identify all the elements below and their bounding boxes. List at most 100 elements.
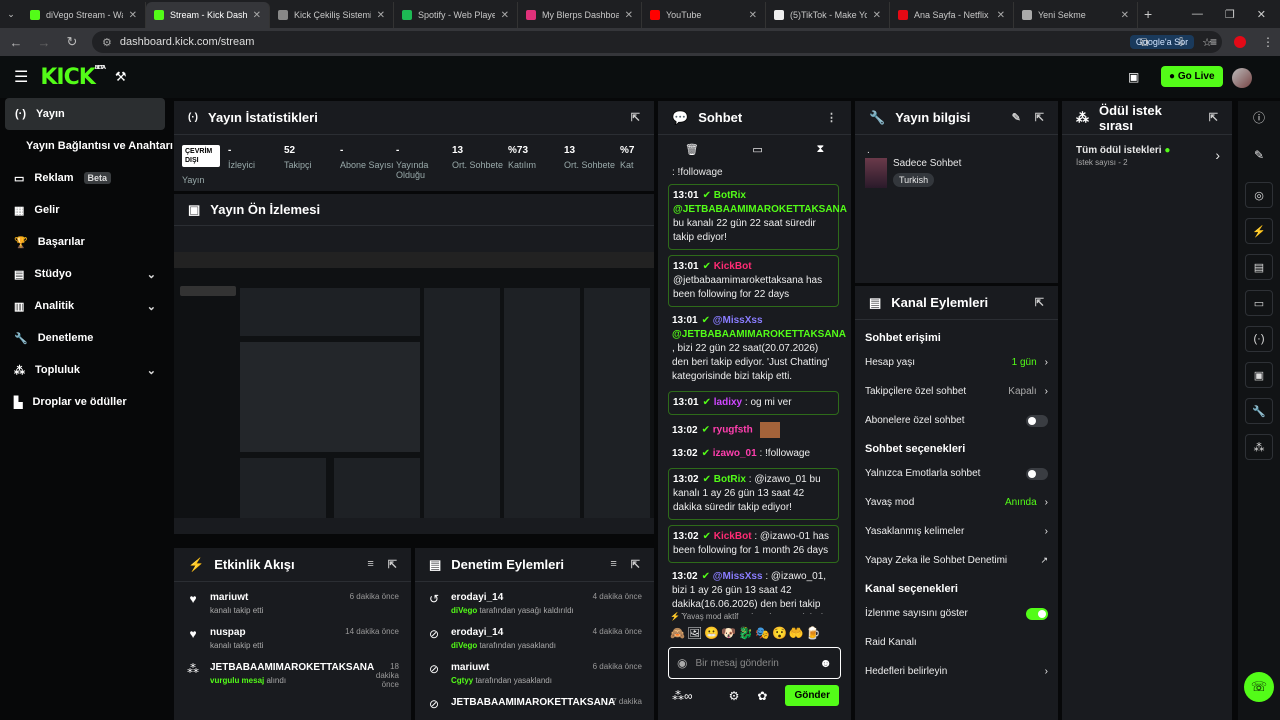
sidebar-item[interactable]: (·) Yayın bbox=[5, 98, 165, 130]
stream-preview-video[interactable] bbox=[174, 252, 654, 518]
sidebar-item[interactable]: 🏆 Başarılar bbox=[0, 226, 170, 258]
tab-close-icon[interactable]: ✕ bbox=[997, 10, 1005, 21]
browser-tab[interactable]: Spotify - Web Player ✕ bbox=[394, 2, 518, 28]
minimize-icon[interactable]: — bbox=[1192, 8, 1203, 21]
points-icon[interactable]: ⁂∞ bbox=[672, 689, 693, 703]
followers-only-row[interactable]: Takipçilere özel sohbet Kapalı › bbox=[855, 377, 1058, 406]
sidebar-item[interactable]: ▥ Analitik ⌄ bbox=[0, 290, 170, 322]
support-chat-button[interactable]: ☏ bbox=[1244, 672, 1274, 702]
browser-tab[interactable]: diVego Stream - Wat... ✕ bbox=[22, 2, 146, 28]
chat-username[interactable]: izawo_01 bbox=[713, 448, 757, 459]
downloads-icon[interactable]: ⇩ bbox=[1176, 35, 1186, 49]
close-icon[interactable]: ✕ bbox=[1257, 8, 1266, 21]
popout-icon[interactable]: ⇱ bbox=[388, 558, 397, 571]
rewards-panel-icon[interactable]: ⁂ bbox=[1245, 434, 1273, 460]
slow-mode-row[interactable]: Yavaş mod Anında › bbox=[855, 488, 1058, 517]
send-button[interactable]: Gönder bbox=[785, 685, 839, 706]
tab-search-icon[interactable]: ≡ bbox=[1210, 35, 1217, 49]
mod-bot-icon[interactable]: ✿ bbox=[757, 689, 767, 703]
chat-username[interactable]: KickBot bbox=[714, 531, 752, 542]
mod-target-username[interactable]: erodayi_14 bbox=[451, 592, 583, 603]
browser-tab[interactable]: My Blerps Dashboard ✕ bbox=[518, 2, 642, 28]
mod-actor[interactable]: diVego bbox=[451, 606, 477, 615]
info-icon[interactable]: ⓘ bbox=[1238, 109, 1280, 126]
new-tab-button[interactable]: + bbox=[1144, 6, 1152, 22]
trash-icon[interactable]: 🗑 bbox=[685, 143, 699, 156]
chat-username[interactable]: @MissXss bbox=[713, 315, 763, 326]
site-info-icon[interactable]: ⚙ bbox=[102, 36, 112, 49]
browser-tab[interactable]: Kick Çekiliş Sistemi ✕ bbox=[270, 2, 394, 28]
avatar[interactable] bbox=[1232, 68, 1252, 88]
edit-icon[interactable]: ✎ bbox=[1012, 111, 1021, 124]
sidebar-item[interactable]: 🔧 Denetleme bbox=[0, 322, 170, 354]
mod-actor[interactable]: diVego bbox=[451, 641, 477, 650]
banned-words-row[interactable]: Yasaklanmış kelimeler › bbox=[855, 517, 1058, 546]
sidebar-item[interactable]: ▤ Stüdyo ⌄ bbox=[0, 258, 170, 290]
back-icon[interactable]: ← bbox=[8, 35, 24, 50]
mod-actor[interactable]: Cgtyy bbox=[451, 676, 473, 685]
mod-panel-icon[interactable]: ▤ bbox=[1245, 254, 1273, 280]
account-age-row[interactable]: Hesap yaşı 1 gün › bbox=[855, 348, 1058, 377]
chevron-down-icon[interactable]: ⌄ bbox=[147, 300, 156, 313]
reload-icon[interactable]: ↻ bbox=[64, 34, 80, 50]
browser-tab[interactable]: Yeni Sekme ✕ bbox=[1014, 2, 1138, 28]
chat-input-box[interactable]: ◉ Bir mesaj gönderin ☻ bbox=[668, 647, 841, 679]
tab-close-icon[interactable]: ✕ bbox=[129, 10, 137, 21]
maximize-icon[interactable]: ❐ bbox=[1225, 8, 1235, 21]
subscribers-only-toggle[interactable] bbox=[1026, 414, 1048, 427]
mod-target-username[interactable]: JETBABAAMIMAROKETTAKSANA bbox=[451, 697, 615, 708]
window-controls[interactable]: — ❐ ✕ bbox=[1192, 8, 1280, 21]
browser-tab[interactable]: Stream - Kick Dashb... ✕ bbox=[146, 2, 270, 28]
browser-tab[interactable]: Ana Sayfa - Netflix ✕ bbox=[890, 2, 1014, 28]
stream-keys-icon[interactable]: ▣ bbox=[1128, 70, 1139, 84]
tools-panel-icon[interactable]: 🔧 bbox=[1245, 398, 1273, 424]
tab-close-icon[interactable]: ✕ bbox=[501, 10, 509, 21]
filter-icon[interactable]: ≡ bbox=[610, 558, 616, 571]
tab-close-icon[interactable]: ✕ bbox=[749, 10, 757, 21]
tab-close-icon[interactable]: ✕ bbox=[377, 10, 385, 21]
popout-icon[interactable]: ⇱ bbox=[1035, 111, 1044, 124]
mod-target-username[interactable]: erodayi_14 bbox=[451, 627, 583, 638]
browser-tab[interactable]: (5)TikTok - Make You... ✕ bbox=[766, 2, 890, 28]
chat-username[interactable]: ryugfsth bbox=[713, 425, 753, 436]
settings-icon[interactable]: ⚙ bbox=[729, 689, 740, 703]
browser-tab[interactable]: YouTube ✕ bbox=[642, 2, 766, 28]
kick-logo[interactable]: KICKBETA bbox=[40, 65, 106, 90]
broadcast-panel-icon[interactable]: (·) bbox=[1245, 326, 1273, 352]
raid-channel-row[interactable]: Raid Kanalı bbox=[855, 628, 1058, 657]
sidebar-item[interactable]: ⁂ Topluluk ⌄ bbox=[0, 354, 170, 386]
events-panel-icon[interactable]: ⚡ bbox=[1245, 218, 1273, 244]
sidebar-item[interactable]: ▙ Droplar ve ödüller bbox=[0, 386, 170, 418]
popout-icon[interactable]: ⇱ bbox=[631, 111, 640, 124]
chat-panel-icon[interactable]: ▭ bbox=[1245, 290, 1273, 316]
popout-icon[interactable]: ⇱ bbox=[1035, 296, 1044, 309]
ai-moderation-row[interactable]: Yapay Zeka ile Sohbet Denetimi ↗ bbox=[855, 546, 1058, 575]
show-viewcount-toggle[interactable] bbox=[1026, 607, 1048, 620]
event-username[interactable]: JETBABAAMIMAROKETTAKSANA bbox=[210, 662, 374, 673]
hourglass-icon[interactable]: ⧗ bbox=[816, 143, 824, 156]
event-username[interactable]: nuspap bbox=[210, 627, 335, 638]
tab-close-icon[interactable]: ✕ bbox=[253, 10, 261, 21]
sidebar-item[interactable]: ▦ Gelir bbox=[0, 194, 170, 226]
forward-icon[interactable]: → bbox=[36, 35, 52, 50]
all-rewards-row[interactable]: Tüm ödül istekleri ● İstek sayısı - 2 › bbox=[1062, 135, 1232, 177]
chevron-down-icon[interactable]: ⌄ bbox=[147, 364, 156, 377]
tab-close-icon[interactable]: ✕ bbox=[873, 10, 881, 21]
tab-close-icon[interactable]: ✕ bbox=[625, 10, 633, 21]
filter-icon[interactable]: ≡ bbox=[367, 558, 373, 571]
mod-target-username[interactable]: mariuwt bbox=[451, 662, 583, 673]
popout-icon[interactable]: ⇱ bbox=[1209, 111, 1218, 124]
chat-username[interactable]: BotRix bbox=[714, 190, 746, 201]
popout-icon[interactable]: ⇱ bbox=[631, 558, 640, 571]
chat-username[interactable]: ladixy bbox=[714, 397, 742, 408]
channel-panel-icon[interactable]: ▣ bbox=[1245, 362, 1273, 388]
sidebar-item[interactable]: ▭ Reklam Beta bbox=[0, 162, 170, 194]
profile-flag-icon[interactable] bbox=[1234, 36, 1246, 48]
tab-close-icon[interactable]: ✕ bbox=[1121, 10, 1129, 21]
hamburger-menu-icon[interactable]: ☰ bbox=[14, 67, 28, 87]
browser-menu-icon[interactable]: ⋮ bbox=[1262, 35, 1274, 49]
tools-icon[interactable]: ⚒ bbox=[115, 69, 127, 85]
chat-username[interactable]: @MissXss bbox=[713, 571, 763, 582]
chat-username[interactable]: KickBot bbox=[714, 261, 752, 272]
pencil-icon[interactable]: ✎ bbox=[1238, 148, 1280, 162]
